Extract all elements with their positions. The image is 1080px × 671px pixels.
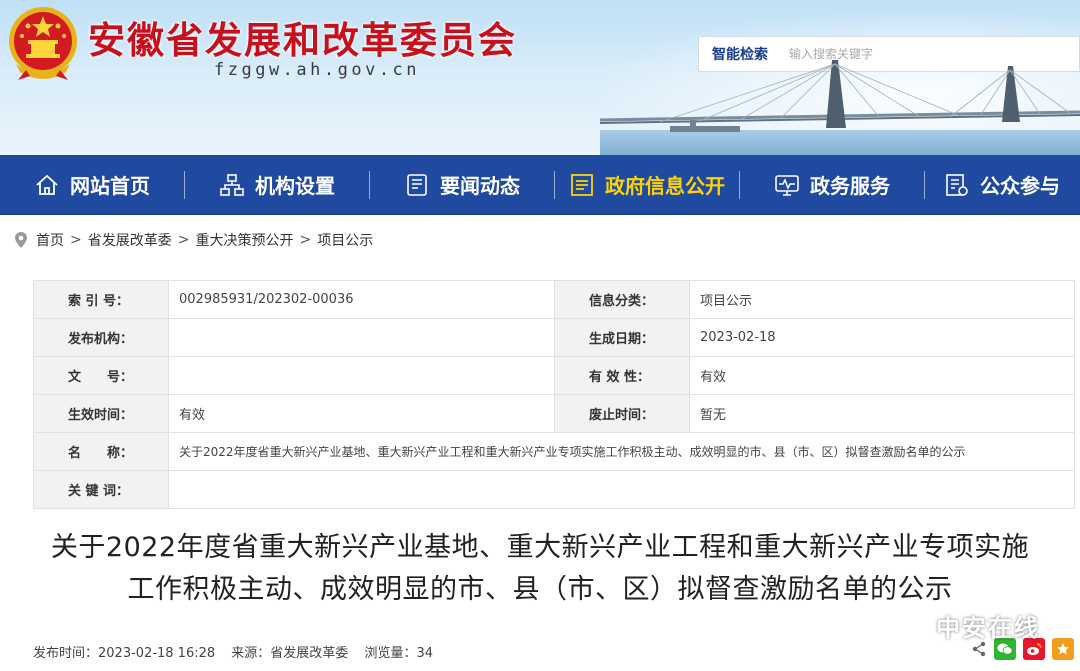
category-value: 项目公示 <box>689 280 1075 319</box>
site-domain: fzggw.ah.gov.cn <box>214 60 421 80</box>
keywords-value <box>168 470 1075 509</box>
table-row: 生效时间： 有效 废止时间： 暂无 <box>33 394 1075 433</box>
site-title[interactable]: 安徽省发展和改革委员会 <box>88 10 517 64</box>
breadcrumb: 首页 > 省发展改革委 > 重大决策预公开 > 项目公示 <box>0 215 1080 265</box>
nav-public-participation[interactable]: 公众参与 <box>925 155 1079 215</box>
table-row: 关 键 词： <box>33 470 1075 509</box>
location-pin-icon <box>15 232 27 248</box>
validity-label: 有 效 性： <box>554 356 690 395</box>
star-glyph-icon <box>1057 643 1069 655</box>
weibo-glyph-icon <box>1027 643 1042 655</box>
keywords-label: 关 键 词： <box>33 470 169 509</box>
nav-home[interactable]: 网站首页 <box>0 155 184 215</box>
article-title-line-2: 工作积极主动、成效明显的市、县（市、区）拟督查激励名单的公示 <box>127 574 953 605</box>
view-count: 浏览量：34 <box>364 646 433 661</box>
breadcrumb-separator: > <box>177 232 190 248</box>
breadcrumb-separator: > <box>299 232 312 248</box>
table-row: 名 称： 关于2022年度省重大新兴产业基地、重大新兴产业工程和重大新兴产业专项… <box>33 432 1075 471</box>
watermark: 中安在线 <box>902 608 1040 643</box>
index-no-value: 002985931/202302-00036 <box>168 280 555 319</box>
table-row: 文 号： 有 效 性： 有效 <box>33 356 1075 395</box>
doc-no-value <box>168 356 555 395</box>
nav-label: 网站首页 <box>70 174 150 198</box>
article-source: 来源：省发展改革委 <box>231 646 349 661</box>
monitor-icon <box>775 174 799 196</box>
effective-time-label: 生效时间： <box>33 394 169 433</box>
article-title: 关于2022年度省重大新兴产业基地、重大新兴产业工程和重大新兴产业专项实施 工作… <box>0 527 1080 611</box>
nav-organization[interactable]: 机构设置 <box>185 155 369 215</box>
expire-time-label: 废止时间： <box>554 394 690 433</box>
nav-gov-services[interactable]: 政务服务 <box>740 155 924 215</box>
national-emblem-icon[interactable] <box>6 4 80 82</box>
doc-no-label: 文 号： <box>33 356 169 395</box>
publisher-label: 发布机构： <box>33 318 169 357</box>
nav-label: 公众参与 <box>980 174 1060 198</box>
main-nav: 网站首页 机构设置 要闻动态 政府信息公开 政务服务 公众参与 <box>0 155 1080 215</box>
breadcrumb-dept[interactable]: 省发展改革委 <box>88 230 172 250</box>
effective-time-value: 有效 <box>168 394 555 433</box>
nav-label: 政府信息公开 <box>605 174 725 198</box>
breadcrumb-home[interactable]: 首页 <box>36 230 64 250</box>
nav-gov-info-disclosure[interactable]: 政府信息公开 <box>555 155 739 215</box>
site-header: 安徽省发展和改革委员会 fzggw.ah.gov.cn 智能检索 <box>0 0 1080 155</box>
created-date-value: 2023-02-18 <box>689 318 1075 357</box>
breadcrumb-separator: > <box>70 232 82 248</box>
breadcrumb-current[interactable]: 项目公示 <box>317 230 373 250</box>
bridge-illustration <box>600 60 1080 155</box>
publish-time: 发布时间：2023-02-18 16:28 <box>33 646 216 661</box>
breadcrumb-section[interactable]: 重大决策预公开 <box>195 230 293 250</box>
home-icon <box>36 174 58 195</box>
nav-label: 机构设置 <box>255 174 335 198</box>
created-date-label: 生成日期： <box>554 318 690 357</box>
category-label: 信息分类： <box>554 280 690 319</box>
article-meta: 发布时间：2023-02-18 16:28 来源：省发展改革委 浏览量：34 <box>33 642 445 661</box>
nav-label: 政务服务 <box>810 174 890 198</box>
participation-icon <box>946 173 968 196</box>
nav-news[interactable]: 要闻动态 <box>370 155 554 215</box>
document-list-icon <box>571 173 593 196</box>
wechat-watermark-icon <box>902 614 931 636</box>
publisher-value <box>168 318 555 357</box>
watermark-text: 中安在线 <box>936 614 1040 642</box>
index-no-label: 索 引 号： <box>33 280 169 319</box>
table-row: 索 引 号： 002985931/202302-00036 信息分类： 项目公示 <box>33 280 1075 319</box>
validity-value: 有效 <box>689 356 1075 395</box>
nav-label: 要闻动态 <box>440 174 520 198</box>
qzone-share-icon[interactable] <box>1052 638 1074 660</box>
news-icon <box>407 173 427 196</box>
table-row: 发布机构： 生成日期： 2023-02-18 <box>33 318 1075 357</box>
org-chart-icon <box>220 173 244 196</box>
article-title-line-1: 关于2022年度省重大新兴产业基地、重大新兴产业工程和重大新兴产业专项实施 <box>50 532 1030 563</box>
wechat-glyph-icon <box>997 643 1013 655</box>
expire-time-value: 暂无 <box>689 394 1075 433</box>
name-value: 关于2022年度省重大新兴产业基地、重大新兴产业工程和重大新兴产业专项实施工作积… <box>168 432 1075 471</box>
share-icon[interactable] <box>971 641 987 657</box>
name-label: 名 称： <box>33 432 169 471</box>
document-info-table: 索 引 号： 002985931/202302-00036 信息分类： 项目公示… <box>33 280 1075 509</box>
